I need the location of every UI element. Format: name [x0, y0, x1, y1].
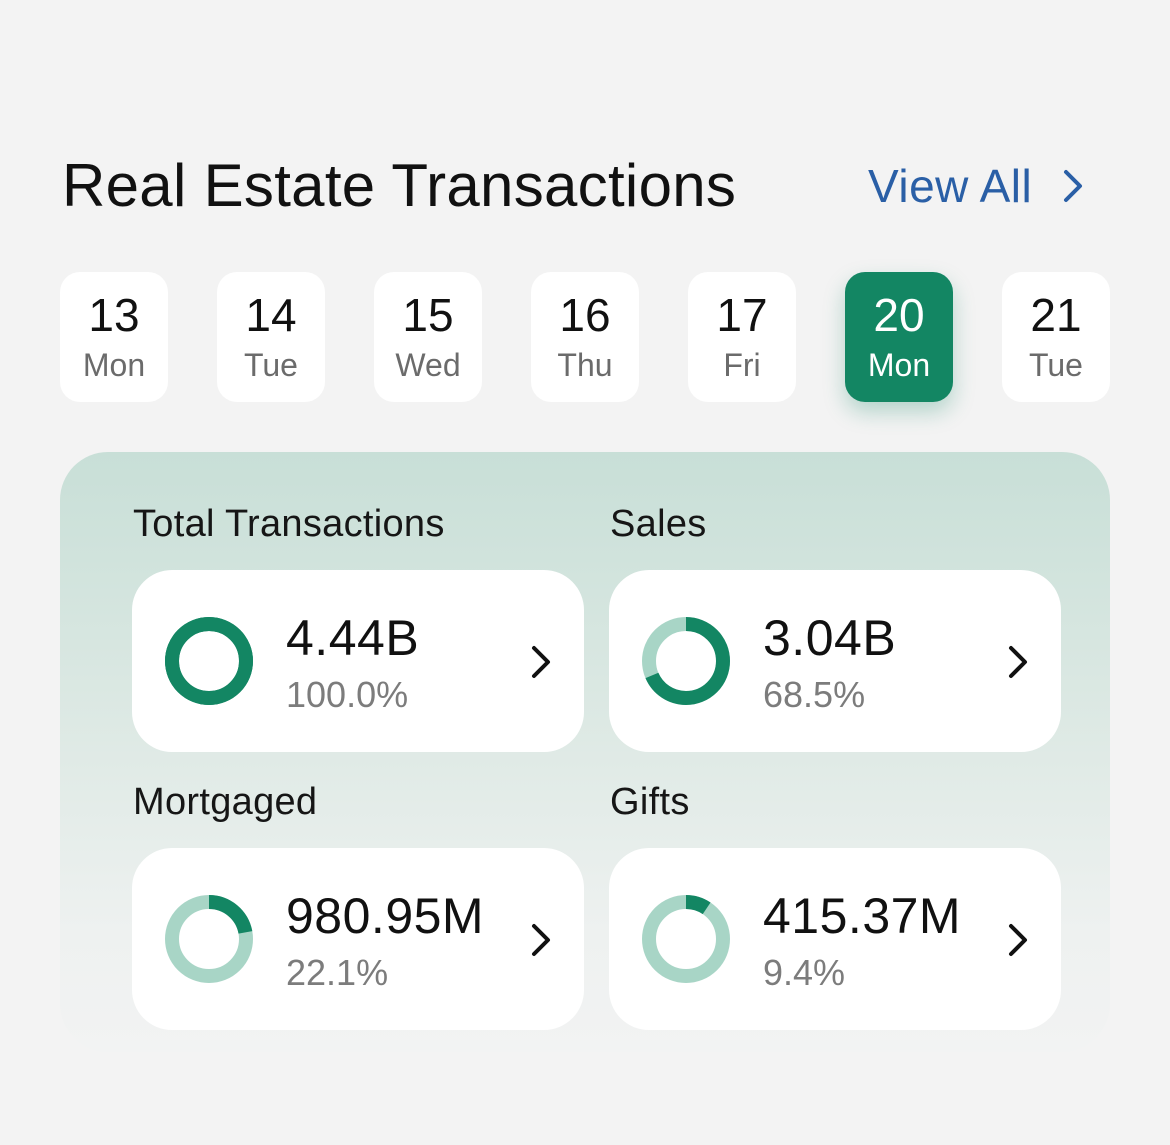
total-transactions-card[interactable]: 4.44B 100.0% [132, 570, 584, 752]
view-all-label: View All [868, 160, 1033, 212]
donut-fill [165, 617, 253, 705]
date-number: 16 [559, 289, 611, 341]
donut-chart [165, 895, 253, 983]
stats-panel: Total Transactions 4.44B 100.0% Sales 3.… [60, 452, 1110, 1052]
mortgaged-card[interactable]: 980.95M 22.1% [132, 848, 584, 1030]
date-weekday: Mon [867, 347, 931, 383]
date-number: 14 [245, 289, 297, 341]
donut-track [642, 895, 730, 983]
date-pill-16[interactable]: 16 Thu [531, 272, 639, 402]
stat-percent: 100.0% [286, 674, 409, 715]
stat-value: 980.95M [286, 888, 485, 944]
chevron-right-icon [1009, 924, 1027, 956]
total-transactions-label: Total Transactions [133, 503, 445, 545]
gifts-card[interactable]: 415.37M 9.4% [609, 848, 1061, 1030]
date-pill-21[interactable]: 21 Tue [1002, 272, 1110, 402]
stat-percent: 22.1% [286, 952, 389, 993]
stat-percent: 9.4% [763, 952, 846, 993]
chevron-right-icon [532, 924, 550, 956]
date-number: 15 [402, 289, 454, 341]
gifts-label: Gifts [610, 781, 690, 823]
sales-card[interactable]: 3.04B 68.5% [609, 570, 1061, 752]
real-estate-transactions-screen: Real Estate Transactions View All 13 Mon… [0, 0, 1170, 1145]
chevron-right-icon [532, 646, 550, 678]
chevron-right-icon [1009, 646, 1027, 678]
section-header: Real Estate Transactions View All [62, 148, 1112, 228]
mortgaged-label: Mortgaged [133, 781, 318, 823]
view-all-link[interactable]: View All [868, 148, 1084, 224]
donut-chart [165, 617, 253, 705]
date-pill-14[interactable]: 14 Tue [217, 272, 325, 402]
date-weekday: Tue [1029, 347, 1083, 383]
date-weekday: Wed [395, 347, 461, 383]
stat-value: 415.37M [763, 888, 962, 944]
stat-value: 4.44B [286, 610, 420, 666]
date-weekday: Tue [244, 347, 298, 383]
date-number: 17 [716, 289, 768, 341]
date-weekday: Thu [557, 347, 613, 383]
date-pill-17[interactable]: 17 Fri [688, 272, 796, 402]
date-number: 13 [88, 289, 140, 341]
date-selector: 13 Mon 14 Tue 15 Wed 16 Thu 17 Fri 20 Mo… [60, 272, 1110, 404]
donut-chart [642, 617, 730, 705]
date-number: 20 [873, 289, 925, 341]
stat-value: 3.04B [763, 610, 897, 666]
date-pill-15[interactable]: 15 Wed [374, 272, 482, 402]
date-weekday: Mon [82, 347, 146, 383]
stat-percent: 68.5% [763, 674, 866, 715]
date-weekday: Fri [723, 347, 761, 383]
sales-label: Sales [610, 503, 707, 545]
date-pill-20-selected[interactable]: 20 Mon [845, 272, 953, 402]
chevron-right-icon [1064, 170, 1083, 202]
date-pill-13[interactable]: 13 Mon [60, 272, 168, 402]
section-title: Real Estate Transactions [62, 152, 737, 219]
date-number: 21 [1030, 289, 1082, 341]
donut-chart [642, 895, 730, 983]
